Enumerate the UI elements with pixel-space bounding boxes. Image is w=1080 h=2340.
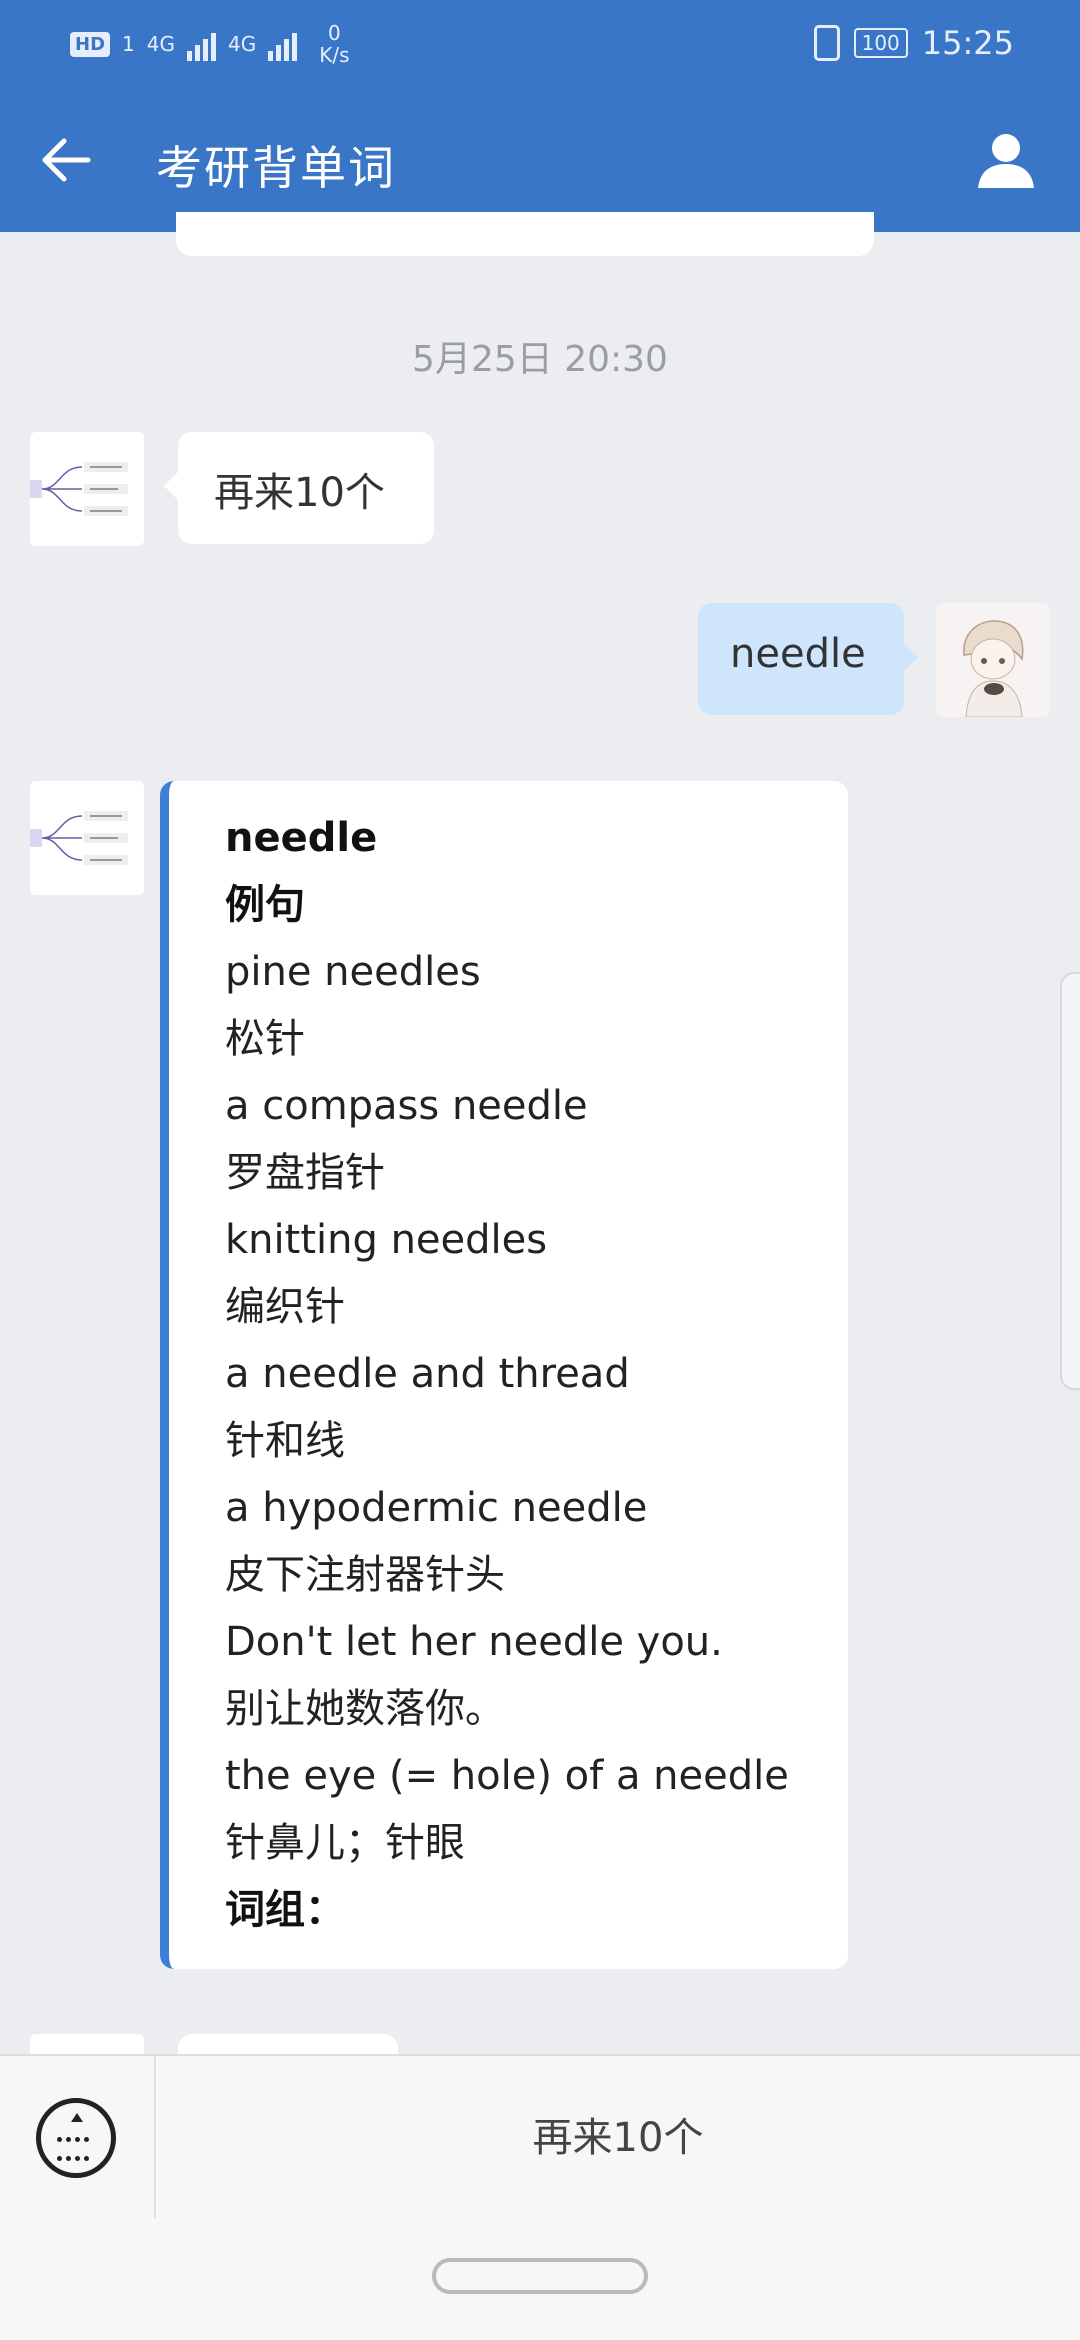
mindmap-avatar-icon [30, 811, 128, 865]
user-avatar[interactable] [936, 603, 1050, 717]
card-headword: needle [225, 815, 378, 861]
card-content: needle 例句 pine needles 松针 a compass need… [225, 805, 845, 1944]
bot-avatar-partial [30, 2034, 144, 2054]
side-drawer-handle[interactable] [1060, 972, 1080, 1390]
caret-up-icon [71, 2113, 83, 2122]
battery-icon: 100 [853, 28, 908, 58]
example-en: pine needles [225, 949, 481, 995]
message-timestamp: 5月25日 20:30 [412, 339, 668, 380]
status-right: 100 15:25 [813, 24, 1014, 62]
sim-slot-label: 1 [122, 32, 135, 56]
network-speed: 0 K/s [319, 22, 349, 66]
example-en: a hypodermic needle [225, 1485, 648, 1531]
card-section-heading: 词组： [225, 1887, 345, 1933]
example-zh: 皮下注射器针头 [225, 1552, 505, 1598]
status-time: 15:25 [921, 24, 1014, 62]
example-zh: 别让她数落你。 [225, 1686, 505, 1732]
user-icon[interactable] [974, 128, 1038, 192]
network-speed-unit: K/s [319, 43, 350, 67]
previous-message-card [176, 212, 874, 256]
example-zh: 罗盘指针 [225, 1150, 385, 1196]
example-en: a compass needle [225, 1083, 588, 1129]
app-header: HD 1 4G 4G 0 K/s 100 15:25 考研背单词 [0, 0, 1080, 232]
signal-icon [186, 27, 216, 61]
network-speed-value: 0 [327, 21, 341, 45]
example-zh: 针和线 [225, 1418, 345, 1464]
bot-message-bubble[interactable]: 再来10个 [164, 432, 434, 544]
example-zh: 针鼻儿；针眼 [225, 1820, 465, 1866]
keyboard-toggle-icon[interactable] [36, 2098, 116, 2178]
example-en: a needle and thread [225, 1351, 630, 1397]
example-en: the eye (= hole) of a needle [225, 1753, 789, 1799]
keypad-dots [55, 2129, 97, 2167]
home-gesture-bar[interactable] [432, 2258, 648, 2294]
status-left: HD 1 4G 4G 0 K/s [70, 22, 350, 66]
signal-icon [268, 27, 298, 61]
mindmap-avatar-icon [30, 462, 128, 516]
bot-avatar[interactable] [30, 781, 144, 895]
example-zh: 松针 [225, 1016, 305, 1062]
example-en: Don't let her needle you. [225, 1619, 723, 1665]
example-zh: 编织针 [225, 1284, 345, 1330]
bottom-menu-bar: 再来10个 [0, 2054, 1080, 2220]
hd-badge: HD [70, 31, 111, 57]
user-message-bubble[interactable]: needle [698, 603, 918, 715]
bot-avatar[interactable] [30, 432, 144, 546]
page-title: 考研背单词 [156, 141, 396, 195]
anime-avatar-icon [963, 620, 1024, 717]
arrow-left-icon[interactable] [34, 128, 98, 192]
message-bubble-partial [178, 2034, 398, 2054]
status-bar: HD 1 4G 4G 0 K/s 100 15:25 [0, 0, 1080, 92]
example-en: knitting needles [225, 1217, 548, 1263]
card-section-heading: 例句 [225, 882, 305, 928]
menu-item-more-words[interactable]: 再来10个 [156, 2056, 1080, 2220]
vibrate-icon [813, 25, 840, 61]
title-bar: 考研背单词 [0, 92, 1080, 232]
network-type-1: 4G [146, 32, 175, 56]
word-definition-card[interactable]: needle 例句 pine needles 松针 a compass need… [160, 781, 848, 1969]
system-nav-bar [0, 2218, 1080, 2340]
network-type-2: 4G [227, 32, 257, 56]
